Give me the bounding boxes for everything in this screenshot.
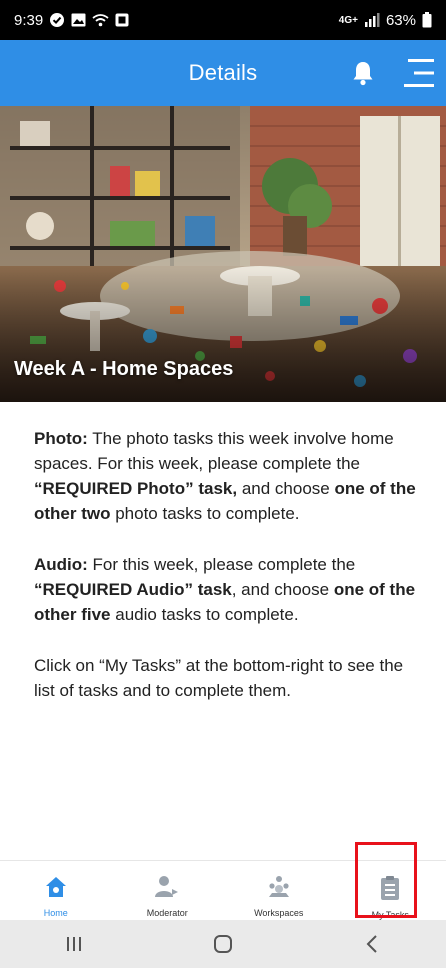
audio-text-1: For this week, please complete the xyxy=(87,555,356,574)
details-content: Photo: The photo tasks this week involve… xyxy=(34,426,424,729)
photo-required: “REQUIRED Photo” task, xyxy=(34,479,238,498)
page-title: Details xyxy=(188,60,258,85)
workspaces-icon xyxy=(266,875,292,904)
photo-text-1: The photo tasks this week involve home s… xyxy=(34,429,394,473)
photo-text-2: and choose xyxy=(237,479,335,498)
nav-workspaces-label: Workspaces xyxy=(254,908,304,918)
home-icon xyxy=(44,875,68,904)
bell-icon[interactable] xyxy=(352,60,374,86)
photo-text-3: photo tasks to complete. xyxy=(110,504,300,523)
network-type: 4G+ xyxy=(338,14,358,26)
status-left: 9:39 xyxy=(14,12,129,29)
photo-paragraph: Photo: The photo tasks this week involve… xyxy=(34,426,424,526)
audio-label: Audio: xyxy=(34,555,88,574)
hero-image: Week A - Home Spaces xyxy=(0,106,446,402)
screen-icon xyxy=(115,13,129,27)
status-time: 9:39 xyxy=(14,11,44,29)
nav-moderator-label: Moderator xyxy=(146,908,188,918)
recents-icon[interactable] xyxy=(54,924,94,964)
status-right: 4G+ 63% xyxy=(339,12,432,29)
menu-icon[interactable] xyxy=(402,56,436,90)
clipboard-icon xyxy=(379,875,401,906)
nav-my-tasks[interactable]: My Tasks xyxy=(335,861,446,920)
audio-required: “REQUIRED Audio” task xyxy=(34,580,232,599)
nav-home-label: Home xyxy=(43,908,68,918)
image-icon xyxy=(71,13,86,27)
nav-workspaces[interactable]: Workspaces xyxy=(223,861,335,920)
phone-screen: 9:39 4G+ 63% Details Week A - Home Space… xyxy=(0,0,446,968)
app-header: Details xyxy=(0,40,446,106)
audio-paragraph: Audio: For this week, please complete th… xyxy=(34,552,424,627)
signal-icon xyxy=(364,13,380,27)
system-nav-bar xyxy=(0,920,446,968)
audio-text-2: , and choose xyxy=(231,580,334,599)
home-circle-icon[interactable] xyxy=(203,924,243,964)
moderator-icon xyxy=(154,875,180,904)
audio-text-3: audio tasks to complete. xyxy=(110,605,299,624)
nav-moderator[interactable]: Moderator xyxy=(112,861,224,920)
battery-percent: 63% xyxy=(385,11,416,29)
instruction-paragraph: Click on “My Tasks” at the bottom-right … xyxy=(34,656,404,700)
check-badge-icon xyxy=(49,12,65,28)
wifi-calling-icon xyxy=(92,13,109,28)
nav-home[interactable]: Home xyxy=(0,861,112,920)
back-icon[interactable] xyxy=(352,924,392,964)
status-bar: 9:39 4G+ 63% xyxy=(0,0,446,40)
hero-title: Week A - Home Spaces xyxy=(14,358,234,380)
battery-icon xyxy=(422,12,432,28)
nav-my-tasks-label: My Tasks xyxy=(371,910,409,920)
bottom-nav: Home Moderator Workspaces My Tasks xyxy=(0,860,446,920)
photo-label: Photo: xyxy=(34,429,88,448)
